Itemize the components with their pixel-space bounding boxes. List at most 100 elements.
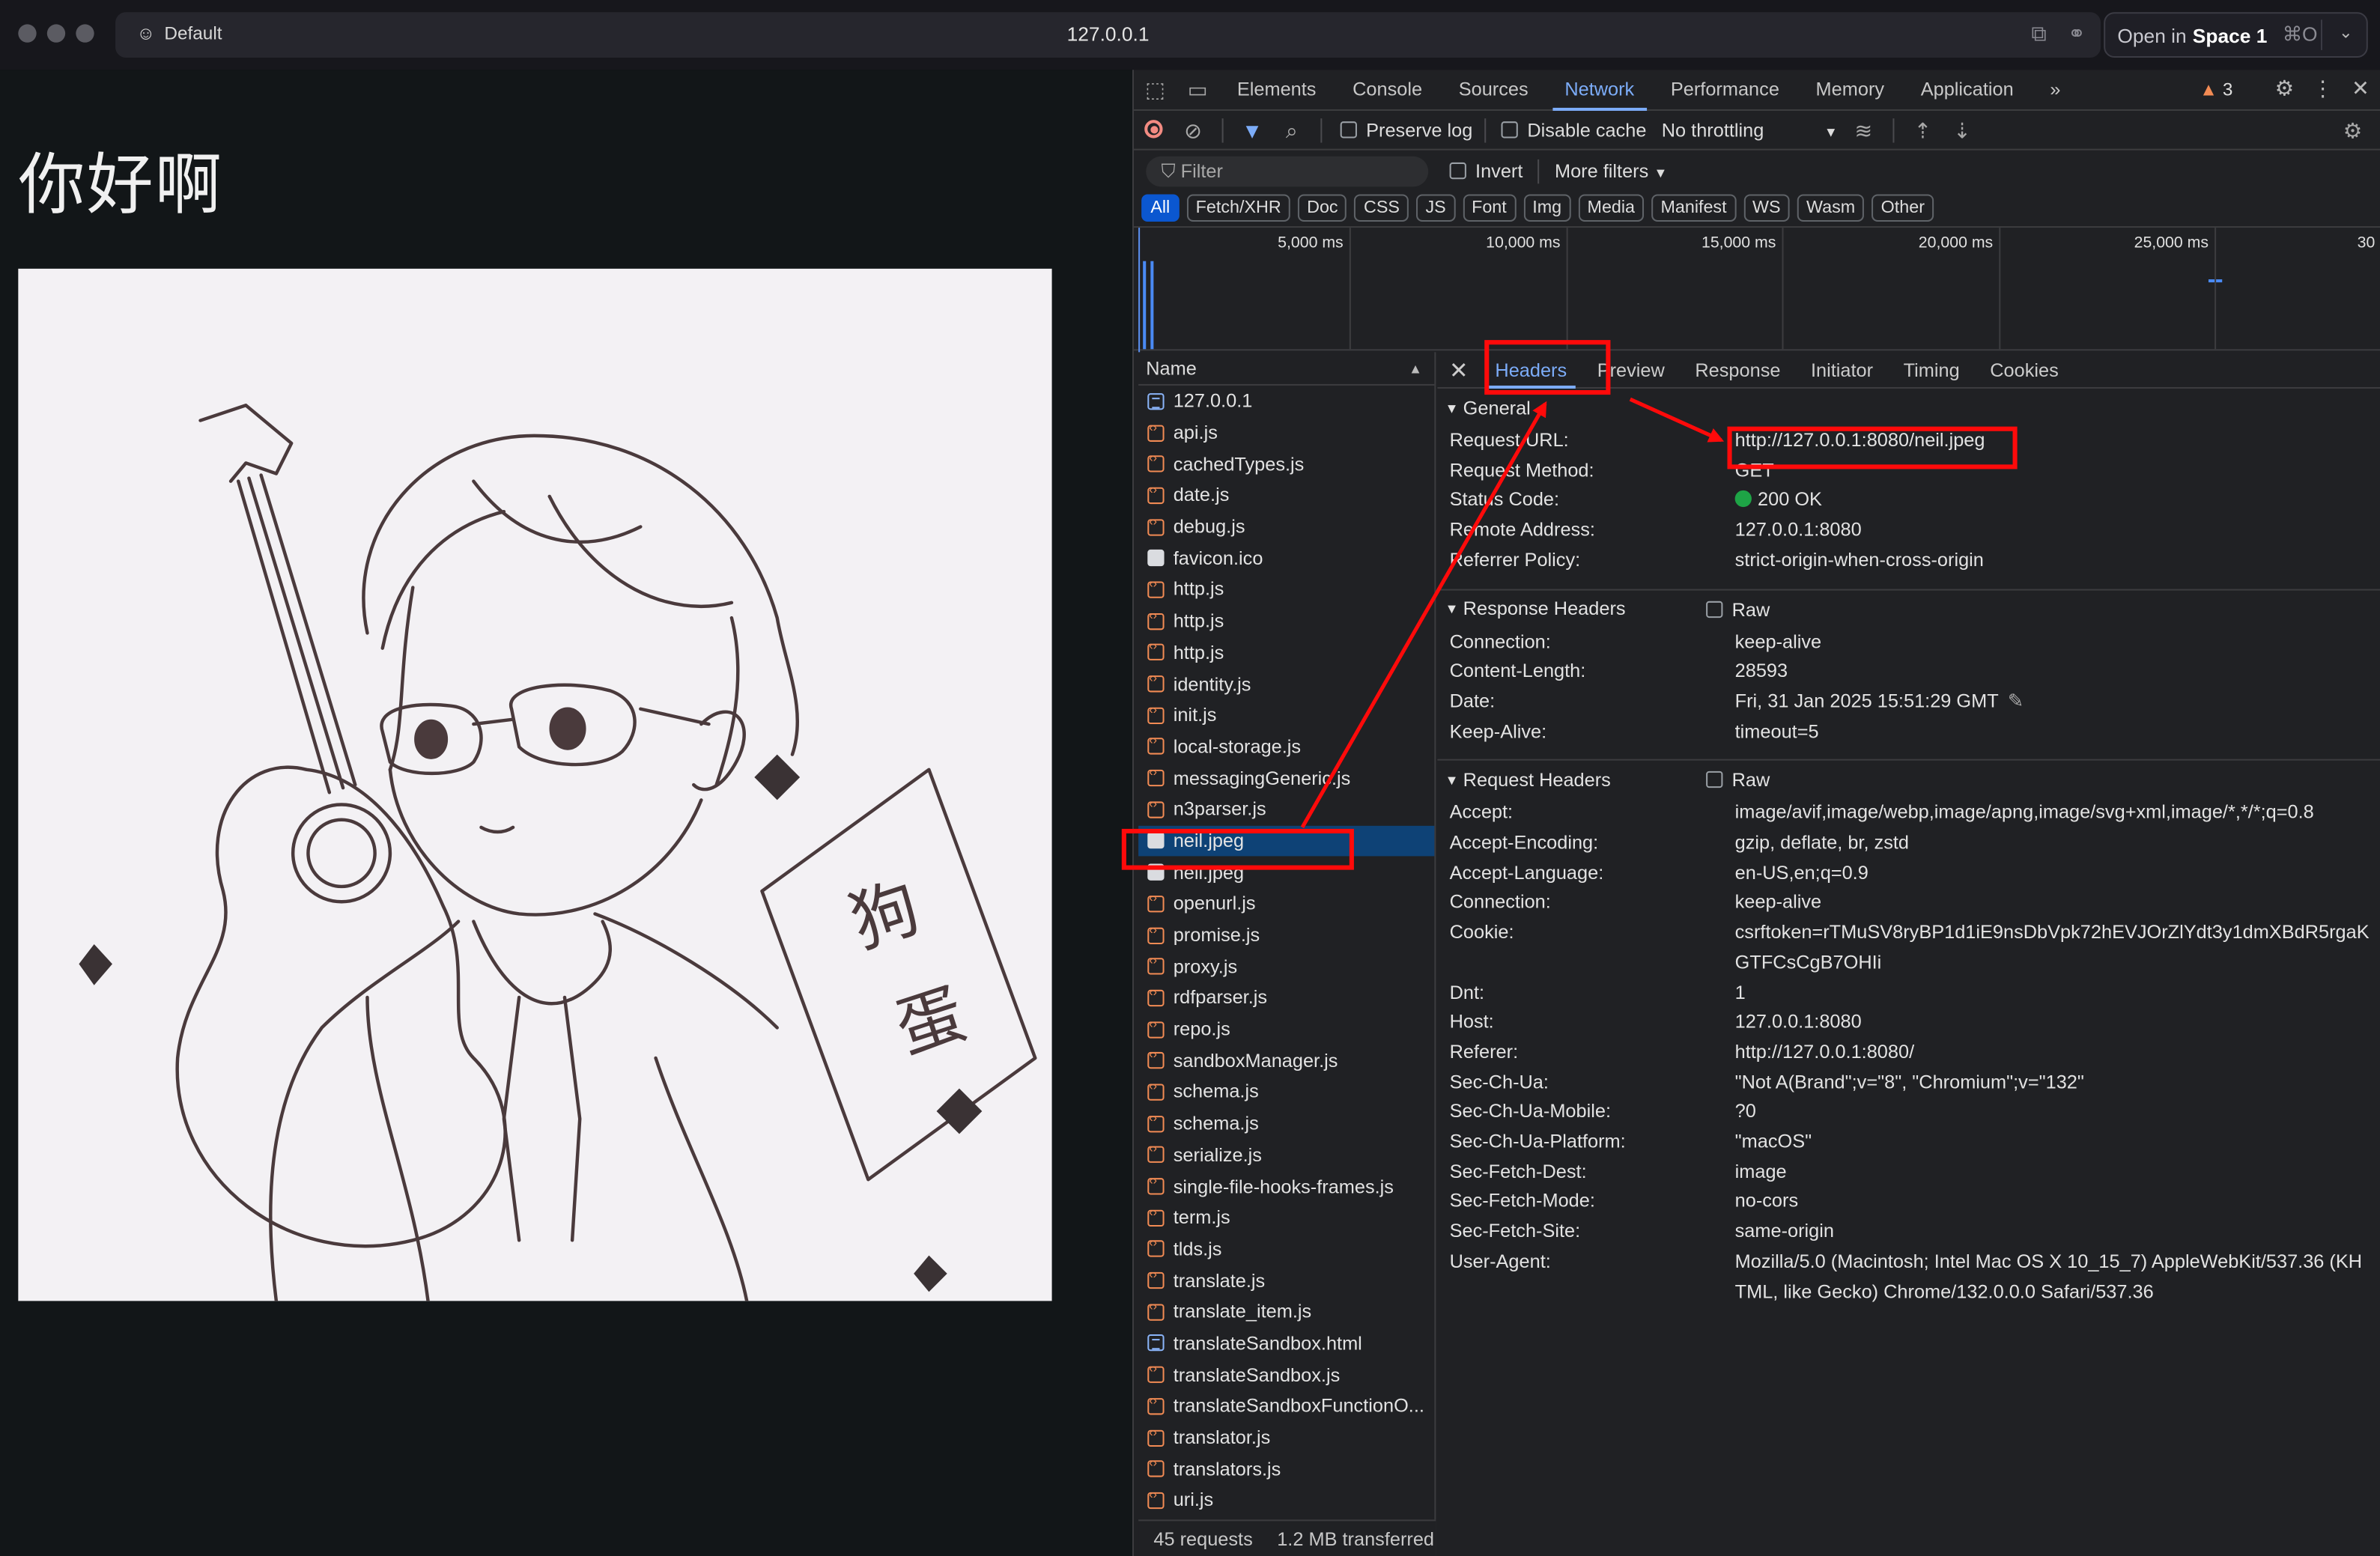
- minimize-window-button[interactable]: [46, 24, 66, 43]
- header-value[interactable]: timeout=5: [1735, 717, 2370, 747]
- header-value[interactable]: "Not A(Brand";v="8", "Chromium";v="132": [1735, 1069, 2370, 1098]
- url-text[interactable]: 127.0.0.1: [115, 22, 2101, 45]
- search-icon[interactable]: ⌕: [1272, 118, 1311, 143]
- request-row[interactable]: 127.0.0.1: [1138, 386, 1434, 417]
- type-filter-all[interactable]: All: [1141, 194, 1180, 222]
- header-value[interactable]: gzip, deflate, br, zstd: [1735, 829, 2370, 859]
- link-icon[interactable]: ⚭: [2068, 21, 2086, 46]
- type-filter-fetchxhr[interactable]: Fetch/XHR: [1186, 194, 1290, 222]
- request-row[interactable]: http.js: [1138, 606, 1434, 637]
- record-button[interactable]: [1134, 118, 1174, 142]
- more-filters-dropdown[interactable]: More filters ▼: [1555, 160, 1667, 181]
- request-row[interactable]: sandboxManager.js: [1138, 1045, 1434, 1077]
- request-row[interactable]: date.js: [1138, 480, 1434, 511]
- request-row[interactable]: translateSandboxFunctionO...: [1138, 1391, 1434, 1422]
- maximize-window-button[interactable]: [76, 24, 94, 43]
- type-filter-doc[interactable]: Doc: [1297, 194, 1347, 222]
- settings-gear-icon[interactable]: ⚙: [2275, 76, 2294, 101]
- request-row[interactable]: proxy.js: [1138, 951, 1434, 982]
- header-value[interactable]: ?0: [1735, 1098, 2370, 1128]
- header-value[interactable]: 127.0.0.1:8080: [1735, 1009, 2370, 1039]
- request-row[interactable]: http.js: [1138, 636, 1434, 668]
- request-row[interactable]: uri.js: [1138, 1485, 1434, 1516]
- header-value[interactable]: image: [1735, 1158, 2370, 1188]
- detail-tab-timing[interactable]: Timing: [1888, 351, 1975, 388]
- tab-performance[interactable]: Performance: [1653, 69, 1798, 110]
- request-row[interactable]: openurl.js: [1138, 888, 1434, 920]
- request-row[interactable]: repo.js: [1138, 1014, 1434, 1045]
- type-filter-manifest[interactable]: Manifest: [1651, 194, 1736, 222]
- header-value[interactable]: 28593: [1735, 657, 2370, 687]
- response-headers-header[interactable]: ▼ Response Headers Raw: [1437, 590, 2380, 628]
- close-window-button[interactable]: [18, 24, 37, 43]
- inspect-element-icon[interactable]: ⬚: [1134, 69, 1177, 110]
- request-row[interactable]: cachedTypes.js: [1138, 449, 1434, 480]
- request-row[interactable]: rdfparser.js: [1138, 982, 1434, 1014]
- filter-input[interactable]: ⛉ Filter: [1146, 155, 1429, 186]
- detail-tab-initiator[interactable]: Initiator: [1796, 351, 1889, 388]
- request-row[interactable]: tlds.js: [1138, 1233, 1434, 1265]
- request-row[interactable]: identity.js: [1138, 668, 1434, 699]
- request-row[interactable]: translator.js: [1138, 1422, 1434, 1453]
- request-row[interactable]: schema.js: [1138, 1077, 1434, 1108]
- close-devtools-icon[interactable]: ✕: [2352, 76, 2370, 101]
- tab-application[interactable]: Application: [1902, 69, 2032, 110]
- header-value[interactable]: csrftoken=rTMuSV8ryBP1d1iE9nsDbVpk72hEVJ…: [1735, 919, 2370, 979]
- filter-funnel-icon[interactable]: ▼: [1233, 118, 1272, 142]
- header-value[interactable]: http://127.0.0.1:8080/: [1735, 1039, 2370, 1069]
- header-value[interactable]: Mozilla/5.0 (Macintosh; Intel Mac OS X 1…: [1735, 1247, 2370, 1307]
- network-overview-timeline[interactable]: 5,000 ms 10,000 ms 15,000 ms 20,000 ms 25,00…: [1134, 226, 2380, 353]
- tab-memory[interactable]: Memory: [1797, 69, 1902, 110]
- type-filter-media[interactable]: Media: [1578, 194, 1645, 222]
- throttling-select[interactable]: No throttling ▼: [1662, 120, 1844, 141]
- network-conditions-icon[interactable]: ≋: [1844, 118, 1883, 143]
- address-bar[interactable]: ☺ Default 127.0.0.1 ⧉ ⚭: [115, 12, 2101, 58]
- tab-network[interactable]: Network: [1546, 69, 1653, 110]
- header-value[interactable]: no-cors: [1735, 1188, 2370, 1218]
- type-filter-js[interactable]: JS: [1416, 194, 1455, 222]
- tab-elements[interactable]: Elements: [1219, 69, 1335, 110]
- response-raw-checkbox[interactable]: Raw: [1706, 599, 1770, 620]
- network-settings-gear-icon[interactable]: ⚙: [2333, 118, 2373, 143]
- request-row[interactable]: translators.js: [1138, 1453, 1434, 1485]
- request-row[interactable]: schema.js: [1138, 1108, 1434, 1140]
- request-row[interactable]: debug.js: [1138, 511, 1434, 543]
- request-row[interactable]: serialize.js: [1138, 1139, 1434, 1170]
- header-value[interactable]: 127.0.0.1:8080: [1735, 517, 2370, 547]
- request-row[interactable]: api.js: [1138, 417, 1434, 449]
- invert-checkbox[interactable]: Invert: [1449, 160, 1523, 181]
- export-har-icon[interactable]: ⇣: [1943, 118, 1982, 143]
- request-row[interactable]: translate_item.js: [1138, 1296, 1434, 1328]
- request-row[interactable]: init.js: [1138, 699, 1434, 731]
- request-row[interactable]: http.js: [1138, 574, 1434, 606]
- header-value[interactable]: same-origin: [1735, 1218, 2370, 1247]
- request-row[interactable]: single-file-hooks-frames.js: [1138, 1170, 1434, 1202]
- detail-tab-cookies[interactable]: Cookies: [1975, 351, 2074, 388]
- close-detail-icon[interactable]: ✕: [1437, 356, 1480, 383]
- clear-button[interactable]: ⊘: [1174, 118, 1213, 143]
- request-row[interactable]: n3parser.js: [1138, 794, 1434, 825]
- type-filter-ws[interactable]: WS: [1743, 194, 1790, 222]
- request-row[interactable]: translateSandbox.js: [1138, 1359, 1434, 1391]
- type-filter-img[interactable]: Img: [1523, 194, 1571, 222]
- header-value[interactable]: image/avif,image/webp,image/apng,image/s…: [1735, 799, 2370, 829]
- request-row[interactable]: translate.js: [1138, 1265, 1434, 1296]
- picture-in-picture-icon[interactable]: ⧉: [2031, 21, 2046, 46]
- request-headers-header[interactable]: ▼ Request Headers Raw: [1437, 761, 2380, 799]
- header-value[interactable]: en-US,en;q=0.9: [1735, 859, 2370, 889]
- type-filter-font[interactable]: Font: [1462, 194, 1516, 222]
- header-value[interactable]: Fri, 31 Jan 2025 15:51:29 GMT ✎: [1735, 687, 2370, 717]
- request-raw-checkbox[interactable]: Raw: [1706, 771, 1770, 791]
- type-filter-wasm[interactable]: Wasm: [1797, 194, 1865, 222]
- header-value[interactable]: "macOS": [1735, 1128, 2370, 1158]
- type-filter-other[interactable]: Other: [1871, 194, 1934, 222]
- type-filter-css[interactable]: CSS: [1354, 194, 1409, 222]
- open-in-space-button[interactable]: Open in Space 1 ⌘O ⌄: [2104, 12, 2368, 58]
- request-row[interactable]: term.js: [1138, 1202, 1434, 1233]
- header-value[interactable]: 200 OK: [1734, 487, 2370, 517]
- header-value[interactable]: keep-alive: [1735, 627, 2370, 657]
- kebab-menu-icon[interactable]: ⋮: [2312, 76, 2333, 101]
- tab-console[interactable]: Console: [1335, 69, 1441, 110]
- header-value[interactable]: 1: [1735, 979, 2370, 1009]
- chevron-down-icon[interactable]: ⌄: [2339, 22, 2353, 42]
